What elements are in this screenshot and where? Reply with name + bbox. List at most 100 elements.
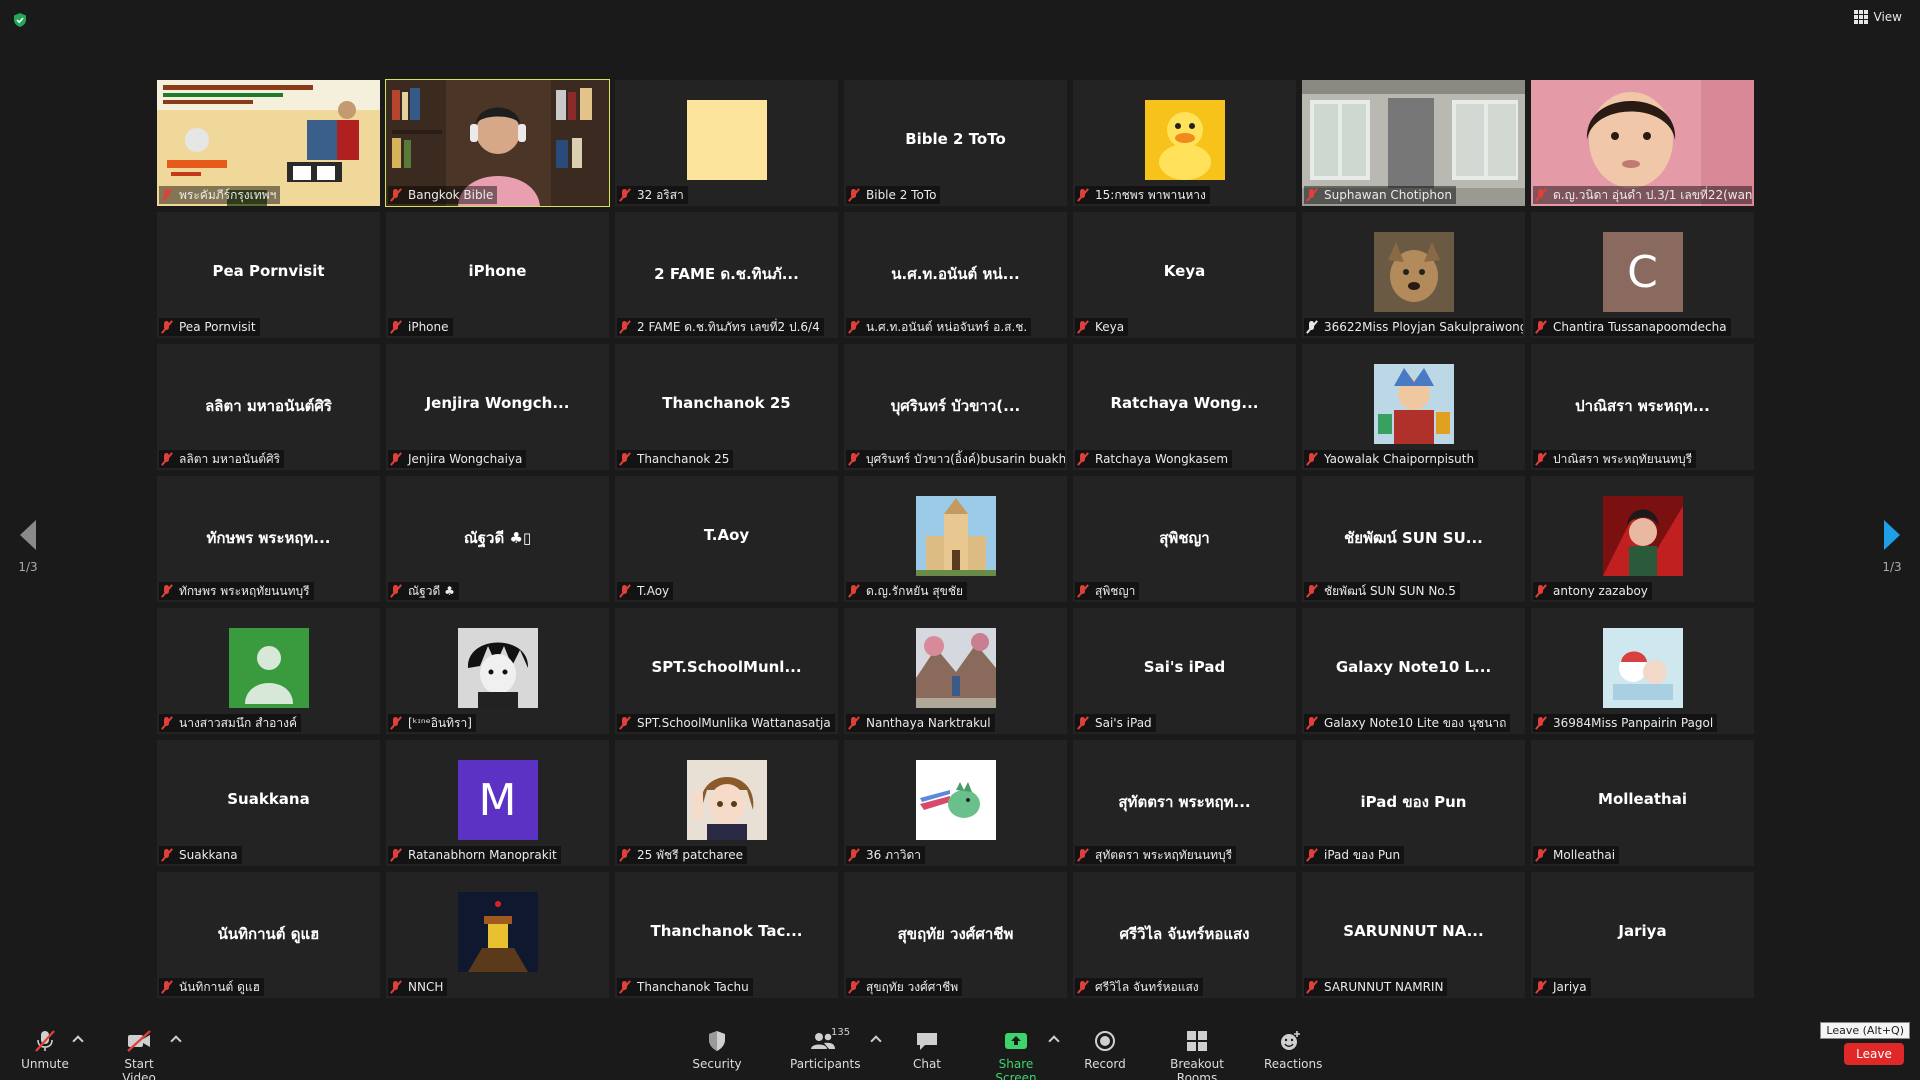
next-page-button[interactable]: 1/3 xyxy=(1872,520,1912,574)
participant-tile[interactable]: Molleathai Molleathai xyxy=(1531,740,1754,866)
reactions-button[interactable]: Reactions xyxy=(1264,1029,1322,1071)
participant-tile[interactable]: Bible 2 ToTo Bible 2 ToTo xyxy=(844,80,1067,206)
participant-tile[interactable]: ศรีวิไล จันทร์หอแสง ศรีวิไล จันทร์หอแสง xyxy=(1073,872,1296,998)
participant-tile[interactable]: antony zazaboy xyxy=(1531,476,1754,602)
participant-tile[interactable]: 2 FAME ด.ช.ทินภั... 2 FAME ด.ช.ทินภัทร เล… xyxy=(615,212,838,338)
participant-name-label: Molleathai xyxy=(1533,846,1620,864)
participant-tile[interactable]: นันทิกานต์ ดูแฮ นันทิกานต์ ดูแฮ xyxy=(157,872,380,998)
muted-mic-icon xyxy=(619,849,631,861)
participant-name: Keya xyxy=(1095,320,1125,334)
participant-tile[interactable]: NNCH xyxy=(386,872,609,998)
participant-tile[interactable]: Keya Keya xyxy=(1073,212,1296,338)
participant-display-name: น.ศ.ท.อนันต์ หน่... xyxy=(891,265,1020,283)
chat-label: Chat xyxy=(912,1057,942,1071)
participant-display-name: Ratchaya Wong... xyxy=(1110,394,1259,412)
participant-tile[interactable]: M Ratanabhorn Manoprakit xyxy=(386,740,609,866)
participant-tile[interactable]: Thanchanok 25 Thanchanok 25 xyxy=(615,344,838,470)
gallery-grid: พระคัมภีร์กรุงเทพฯ Bangkok Bible 32 อริสา B… xyxy=(157,79,1762,1000)
participant-tile[interactable]: Nanthaya Narktrakul xyxy=(844,608,1067,734)
participant-display-name: Sai's iPad xyxy=(1143,658,1226,676)
muted-mic-icon xyxy=(161,585,173,597)
participant-tile[interactable]: สุพิชญา สุพิชญา xyxy=(1073,476,1296,602)
participant-tile[interactable]: 32 อริสา xyxy=(615,80,838,206)
participant-tile[interactable]: น.ศ.ท.อนันต์ หน่... น.ศ.ท.อนันต์ หน่อจันท… xyxy=(844,212,1067,338)
participant-tile[interactable]: ด.ญ.วนิดา อุ่นดำ ป.3/1 เลขที่22(wanida).… xyxy=(1531,80,1754,206)
record-button[interactable]: Record xyxy=(1084,1029,1126,1071)
participants-button[interactable]: 135 Participants xyxy=(790,1027,861,1071)
participant-name-label: บุศรินทร์ บัวขาว(อิ้งค์)busarin buakh... xyxy=(846,450,1065,468)
participant-tile[interactable]: SARUNNUT NA... SARUNNUT NAMRIN xyxy=(1302,872,1525,998)
participant-tile[interactable]: สุขฤทัย วงศ์ศาชีพ สุขฤทัย วงศ์ศาชีพ xyxy=(844,872,1067,998)
participant-tile[interactable]: Jariya Jariya xyxy=(1531,872,1754,998)
leave-button[interactable]: Leave xyxy=(1844,1043,1904,1065)
share-screen-icon xyxy=(1002,1029,1030,1053)
participant-display-name: สุทัตตรา พระหฤท... xyxy=(1118,793,1251,811)
participant-tile[interactable]: T.Aoy T.Aoy xyxy=(615,476,838,602)
participant-display-name: Pea Pornvisit xyxy=(212,262,325,280)
participant-tile[interactable]: ชัยพัฒน์ SUN SU... ชัยพัฒน์ SUN SUN No.5 xyxy=(1302,476,1525,602)
participant-name: ปาณิสรา พระหฤทัยนนทบุรี xyxy=(1553,451,1693,466)
chat-button[interactable]: Chat xyxy=(912,1029,942,1071)
participant-name: 36622Miss Ployjan Sakulpraiwong xyxy=(1324,320,1523,334)
participant-tile[interactable]: 15:กชพร พาพานหาง xyxy=(1073,80,1296,206)
participant-tile[interactable]: iPhone iPhone xyxy=(386,212,609,338)
participant-name-label: สุทัตตรา พระหฤทัยนนทบุรี xyxy=(1075,846,1237,864)
video-options-caret[interactable] xyxy=(170,1035,182,1047)
muted-mic-icon xyxy=(1535,585,1547,597)
participant-display-name: สุขฤทัย วงศ์ศาชีพ xyxy=(897,925,1014,943)
participant-tile[interactable]: Jenjira Wongch... Jenjira Wongchaiya xyxy=(386,344,609,470)
audio-options-caret[interactable] xyxy=(72,1035,84,1047)
participant-tile[interactable]: Suphawan Chotiphon xyxy=(1302,80,1525,206)
muted-mic-icon xyxy=(848,585,860,597)
participant-tile[interactable]: ปาณิสรา พระหฤท... ปาณิสรา พระหฤทัยนนทบุรี xyxy=(1531,344,1754,470)
participant-name: Bangkok Bible xyxy=(408,188,494,202)
participant-tile[interactable]: Pea Pornvisit Pea Pornvisit xyxy=(157,212,380,338)
participant-tile[interactable]: ณัฐวดี ♣▯ ณัฐวดี ♣ xyxy=(386,476,609,602)
participant-name-label: T.Aoy xyxy=(617,582,674,600)
participant-name: ด.ญ.วนิดา อุ่นดำ ป.3/1 เลขที่22(wanida).… xyxy=(1553,187,1752,202)
participant-tile[interactable]: SPT.SchoolMunl... SPT.SchoolMunlika Watta… xyxy=(615,608,838,734)
participant-tile[interactable]: บุศรินทร์ บัวขาว(... บุศรินทร์ บัวขาว(อิ้… xyxy=(844,344,1067,470)
participant-tile[interactable]: [ᵏᶦⁿᵉอินทิรา] xyxy=(386,608,609,734)
participant-tile[interactable]: iPad ของ Pun iPad ของ Pun xyxy=(1302,740,1525,866)
start-video-button[interactable]: Start Video xyxy=(106,1029,172,1080)
participant-name-label: 36 ภาวิดา xyxy=(846,846,926,864)
participant-name-label: Jariya xyxy=(1533,978,1591,996)
participants-options-caret[interactable] xyxy=(870,1035,882,1047)
participant-name-label: พระคัมภีร์กรุงเทพฯ xyxy=(159,186,281,204)
security-button[interactable]: Security xyxy=(692,1029,742,1071)
participant-tile[interactable]: Galaxy Note10 L... Galaxy Note10 Lite ของ… xyxy=(1302,608,1525,734)
previous-page-button[interactable]: 1/3 xyxy=(8,520,48,574)
encryption-shield-icon[interactable] xyxy=(12,12,28,28)
participant-display-name: สุพิชญา xyxy=(1159,529,1210,547)
participant-tile[interactable]: ลลิตา มหาอนันต์ศิริ ลลิตา มหาอนันต์ศิริ xyxy=(157,344,380,470)
participant-tile[interactable]: ทักษพร พระหฤท... ทักษพร พระหฤทัยนนทบุรี xyxy=(157,476,380,602)
participant-name-label: ณัฐวดี ♣ xyxy=(388,582,459,600)
participant-tile[interactable]: ด.ญ.รักหยัน สุขชัย xyxy=(844,476,1067,602)
participant-tile[interactable]: Ratchaya Wong... Ratchaya Wongkasem xyxy=(1073,344,1296,470)
share-screen-button[interactable]: Share Screen xyxy=(980,1029,1052,1080)
participant-name-label: iPhone xyxy=(388,318,453,336)
unmute-button[interactable]: Unmute xyxy=(20,1029,70,1071)
participant-name: NNCH xyxy=(408,980,444,994)
participant-name-label: สุขฤทัย วงศ์ศาชีพ xyxy=(846,978,963,996)
muted-mic-icon xyxy=(848,981,860,993)
participant-tile[interactable]: C Chantira Tussanapoomdecha xyxy=(1531,212,1754,338)
participant-tile[interactable]: 36 ภาวิดา xyxy=(844,740,1067,866)
participant-tile[interactable]: 36984Miss Panpairin Pagol xyxy=(1531,608,1754,734)
participant-tile[interactable]: สุทัตตรา พระหฤท... สุทัตตรา พระหฤทัยนนทบุ… xyxy=(1073,740,1296,866)
participant-tile[interactable]: Bangkok Bible xyxy=(385,79,610,207)
participant-count: 135 xyxy=(831,1027,851,1038)
breakout-rooms-button[interactable]: Breakout Rooms xyxy=(1152,1029,1242,1080)
participant-tile[interactable]: พระคัมภีร์กรุงเทพฯ xyxy=(157,80,380,206)
record-icon xyxy=(1091,1029,1119,1053)
view-button[interactable]: View xyxy=(1853,10,1902,24)
participant-tile[interactable]: Sai's iPad Sai's iPad xyxy=(1073,608,1296,734)
participant-tile[interactable]: 25 พัชรี patcharee xyxy=(615,740,838,866)
participant-tile[interactable]: Suakkana Suakkana xyxy=(157,740,380,866)
participant-name-label: ลลิตา มหาอนันต์ศิริ xyxy=(159,450,285,468)
participant-tile[interactable]: Thanchanok Tac... Thanchanok Tachu xyxy=(615,872,838,998)
participant-tile[interactable]: Yaowalak Chaipornpisuth xyxy=(1302,344,1525,470)
participant-tile[interactable]: 36622Miss Ployjan Sakulpraiwong xyxy=(1302,212,1525,338)
participant-tile[interactable]: นางสาวสมนึก สำอางค์ xyxy=(157,608,380,734)
